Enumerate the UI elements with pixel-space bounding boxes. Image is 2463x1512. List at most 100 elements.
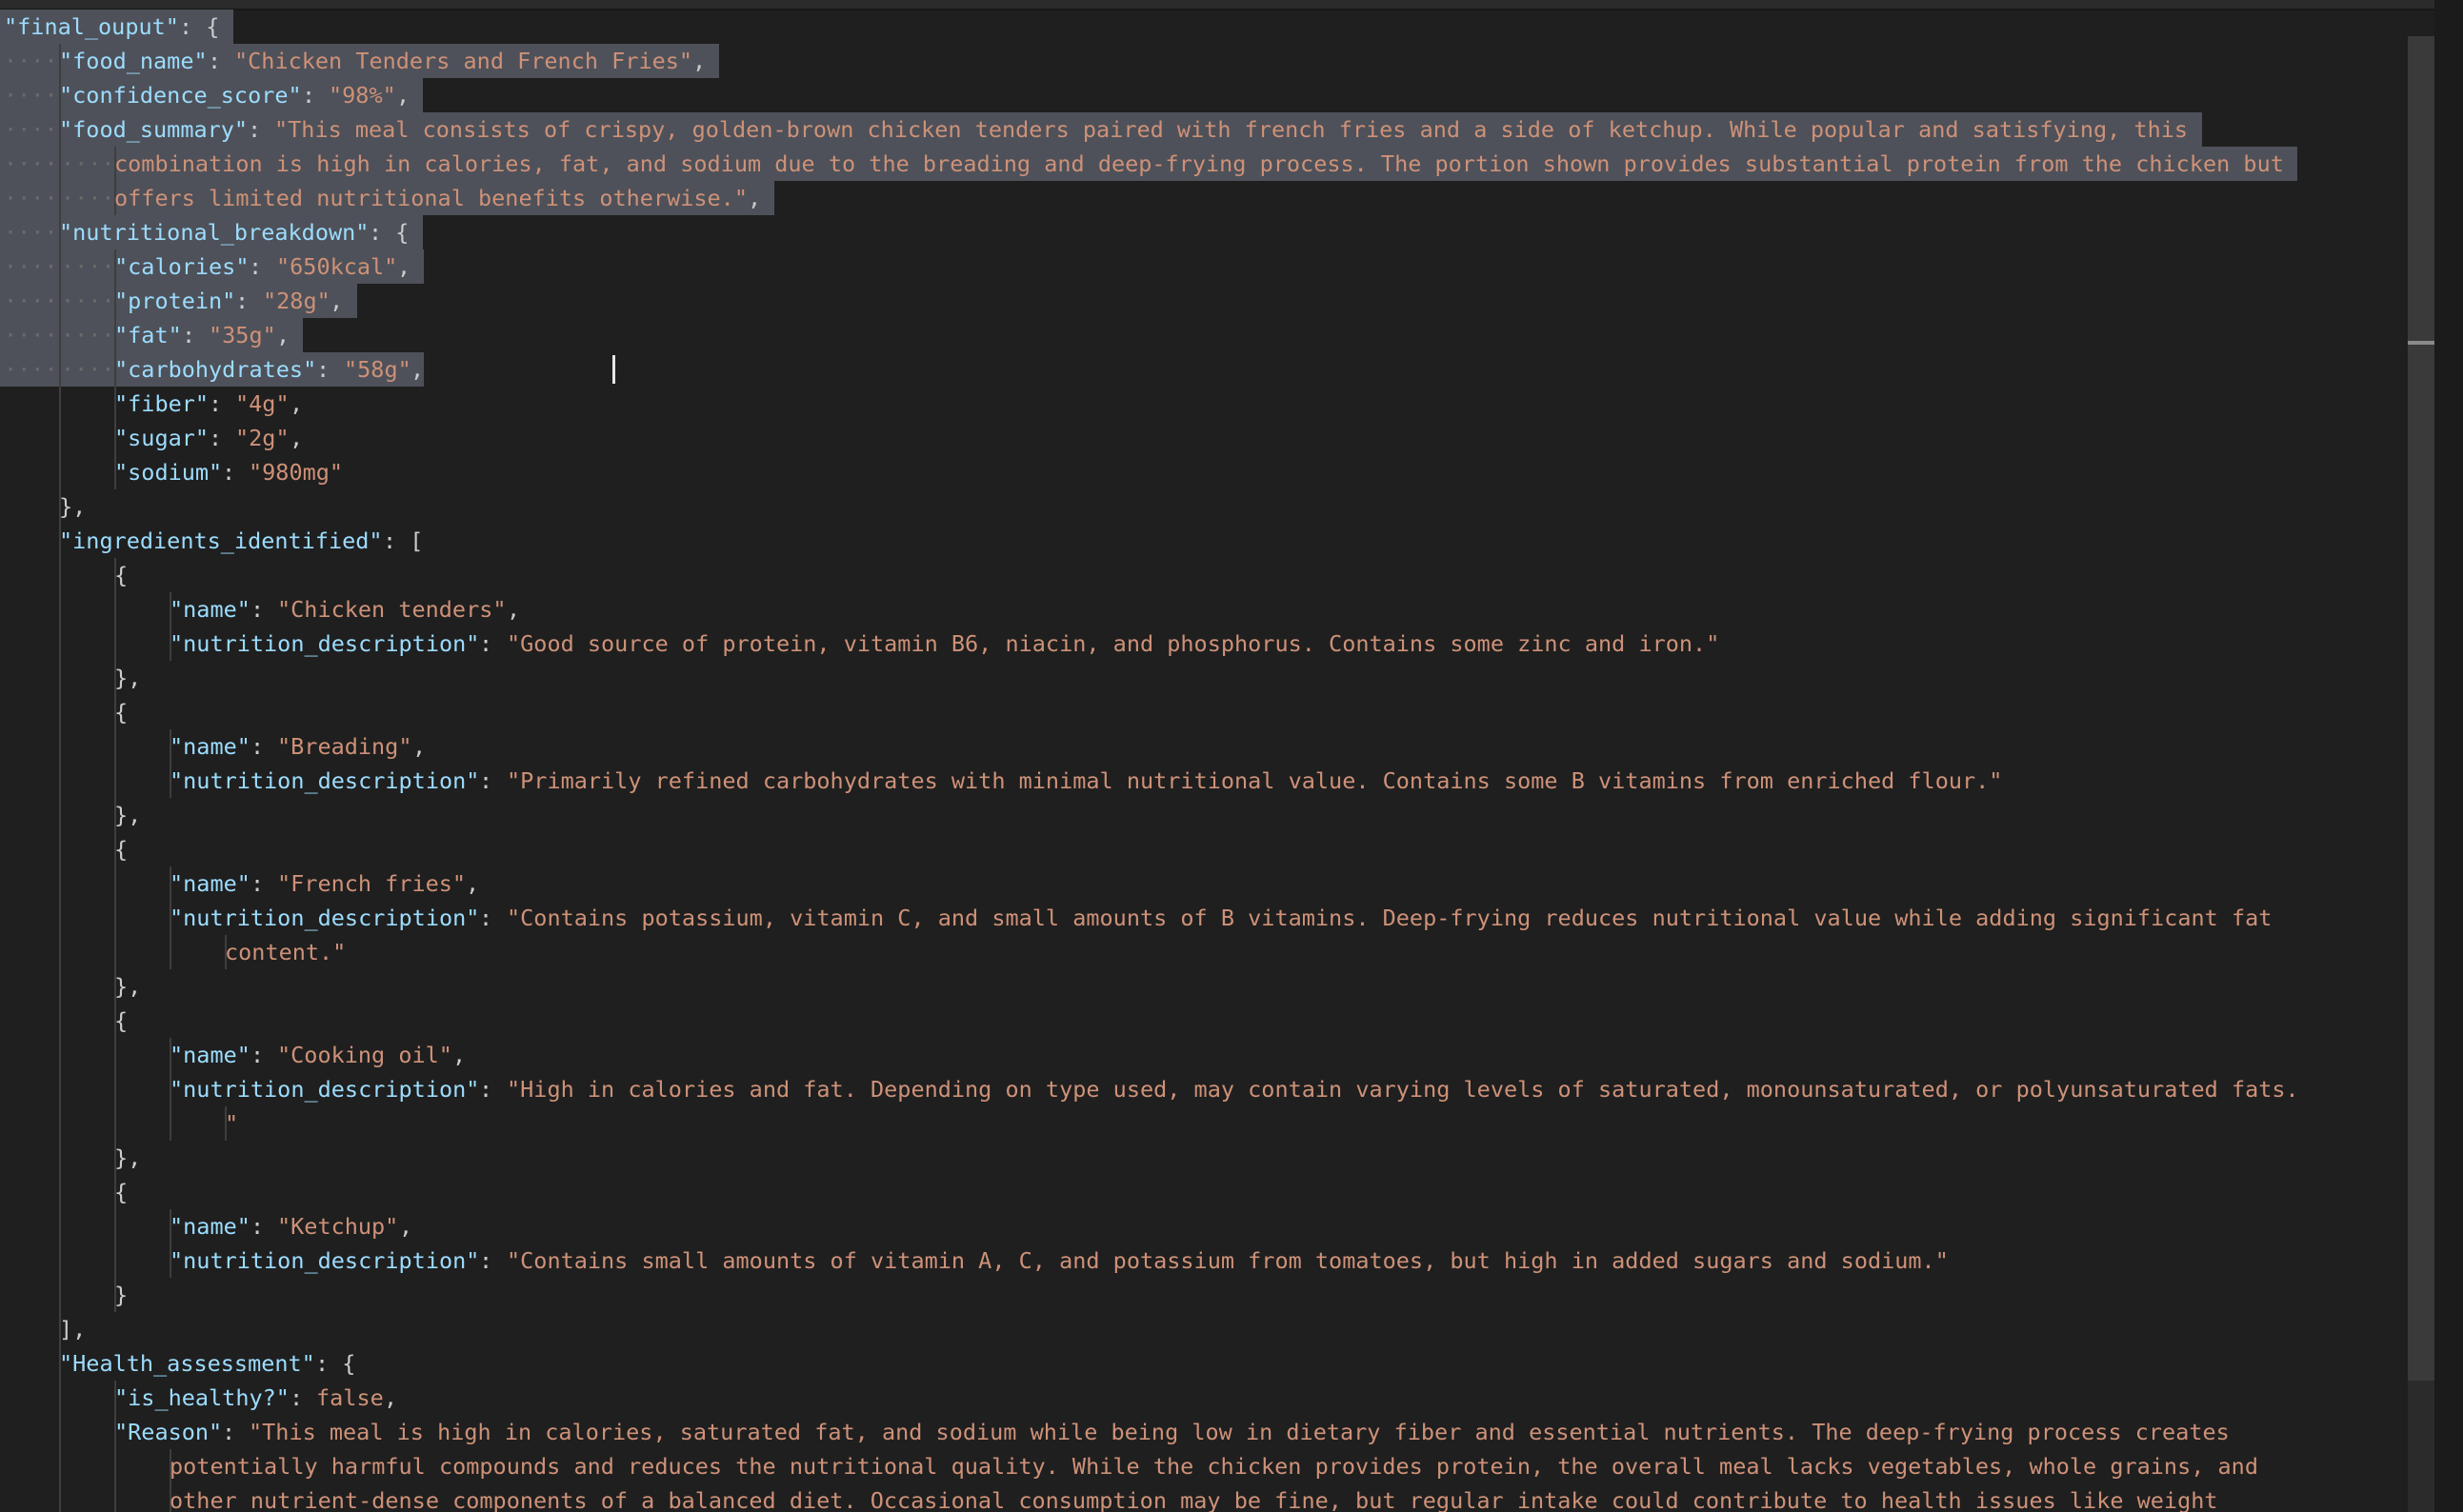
json-punctuation: : <box>222 459 250 486</box>
json-punctuation: , <box>396 82 410 109</box>
code-line[interactable]: other nutrient-dense components of a bal… <box>0 1483 2405 1512</box>
code-line[interactable]: } <box>0 1278 2405 1312</box>
json-punctuation: , <box>748 185 762 211</box>
indent-guide <box>59 729 61 764</box>
code-line[interactable]: "nutrition_description": "Good source of… <box>0 627 2405 661</box>
indent-guide <box>59 558 61 592</box>
whitespace-marker: ···· <box>4 219 58 246</box>
code-line[interactable]: "Reason": "This meal is high in calories… <box>0 1415 2405 1449</box>
indent-guide <box>59 1449 61 1483</box>
json-key: "fat" <box>114 322 182 348</box>
indent-guide <box>114 866 116 901</box>
code-line[interactable]: "nutrition_description": "Contains potas… <box>0 901 2405 935</box>
code-line[interactable]: "fiber": "4g", <box>0 387 2405 421</box>
whitespace-marker: ···· <box>61 253 115 280</box>
json-punctuation: : <box>235 288 263 314</box>
json-key: "is_healthy?" <box>114 1384 290 1411</box>
scrollbar-thumb[interactable] <box>2408 36 2434 1381</box>
code-line[interactable]: "name": "Breading", <box>0 729 2405 764</box>
code-line[interactable]: "nutrition_description": "Primarily refi… <box>0 764 2405 798</box>
code-line[interactable]: ···· ···· "calories": "650kcal", <box>0 249 2405 284</box>
json-string-value: "2g" <box>235 425 290 451</box>
json-punctuation: , <box>412 733 427 760</box>
code-line[interactable]: content." <box>0 935 2405 969</box>
code-line[interactable]: }, <box>0 969 2405 1004</box>
text-cursor <box>612 355 615 384</box>
code-line[interactable]: "nutrition_description": "High in calori… <box>0 1072 2405 1106</box>
code-line[interactable]: "is_healthy?": false, <box>0 1381 2405 1415</box>
code-line[interactable]: ···· ···· "fat": "35g", <box>0 318 2405 352</box>
json-punctuation: }, <box>59 493 87 520</box>
indent-guide <box>114 1449 116 1483</box>
json-punctuation: ], <box>59 1316 87 1343</box>
json-string-value: "98%" <box>329 82 396 109</box>
json-punctuation: : <box>250 870 278 897</box>
indent-guide <box>114 1038 116 1072</box>
code-line[interactable]: ···· "nutritional_breakdown": { <box>0 215 2405 249</box>
code-line[interactable]: "sugar": "2g", <box>0 421 2405 455</box>
code-line[interactable]: "name": "French fries", <box>0 866 2405 901</box>
indent-guide <box>59 1278 61 1312</box>
code-line[interactable]: potentially harmful compounds and reduce… <box>0 1449 2405 1483</box>
json-punctuation: }, <box>114 665 142 691</box>
whitespace-marker: ···· <box>4 48 58 74</box>
code-line[interactable]: ···· "food_name": "Chicken Tenders and Fr… <box>0 44 2405 78</box>
json-punctuation: : <box>479 905 507 931</box>
indent-guide <box>114 1243 116 1278</box>
json-punctuation: : <box>290 1384 317 1411</box>
code-line[interactable]: ], <box>0 1312 2405 1346</box>
json-string-value: "35g" <box>209 322 276 348</box>
json-string-value: "French fries" <box>277 870 467 897</box>
json-key: "fiber" <box>114 390 210 417</box>
code-line[interactable]: "name": "Chicken tenders", <box>0 592 2405 627</box>
scrollbar-cursor-marker <box>2408 341 2434 345</box>
json-punctuation: : <box>250 1042 278 1068</box>
code-line[interactable]: { <box>0 558 2405 592</box>
code-line[interactable]: "Health_assessment": { <box>0 1346 2405 1381</box>
code-line[interactable]: ···· ···· offers limited nutritional benef… <box>0 181 2405 215</box>
code-line[interactable]: ···· ···· "carbohydrates": "58g", <box>0 352 2405 387</box>
indent-guide <box>59 935 61 969</box>
json-string-value: "Chicken Tenders and French Fries" <box>234 48 693 74</box>
json-string-value: "980mg" <box>249 459 344 486</box>
indent-guide <box>170 1106 171 1141</box>
code-line[interactable]: "name": "Ketchup", <box>0 1209 2405 1243</box>
code-line[interactable]: "name": "Cooking oil", <box>0 1038 2405 1072</box>
code-line[interactable]: { <box>0 1004 2405 1038</box>
json-punctuation: { <box>114 1179 129 1205</box>
json-string-value: "This meal consists of crispy, golden-br… <box>274 116 2189 143</box>
indent-guide <box>59 1072 61 1106</box>
json-string-value: offers limited nutritional benefits othe… <box>114 185 748 211</box>
whitespace-marker: ···· <box>4 322 58 348</box>
indent-guide <box>114 764 116 798</box>
code-line[interactable]: { <box>0 1175 2405 1209</box>
json-punctuation: : { <box>179 13 220 40</box>
json-punctuation: , <box>507 596 521 623</box>
code-line[interactable]: ···· "confidence_score": "98%", <box>0 78 2405 112</box>
whitespace-marker: ···· <box>4 185 58 211</box>
code-line[interactable]: }, <box>0 489 2405 524</box>
json-punctuation: , <box>290 390 304 417</box>
json-punctuation: , <box>384 1384 398 1411</box>
code-line[interactable]: "final_ouput": { <box>0 10 2405 44</box>
code-line[interactable]: }, <box>0 798 2405 832</box>
code-line[interactable]: { <box>0 695 2405 729</box>
json-punctuation: { <box>114 836 129 863</box>
code-lines[interactable]: "final_ouput": {···· "food_name": "Chicke… <box>0 10 2405 1512</box>
code-line[interactable]: "nutrition_description": "Contains small… <box>0 1243 2405 1278</box>
indent-guide <box>114 592 116 627</box>
indent-guide <box>59 1209 61 1243</box>
code-line[interactable]: "ingredients_identified": [ <box>0 524 2405 558</box>
code-line[interactable]: }, <box>0 1141 2405 1175</box>
code-line[interactable]: ···· "food_summary": "This meal consists … <box>0 112 2405 147</box>
code-line[interactable]: { <box>0 832 2405 866</box>
code-line[interactable]: "sodium": "980mg" <box>0 455 2405 489</box>
json-key: "protein" <box>114 288 236 314</box>
json-punctuation: : <box>316 356 344 383</box>
code-editor[interactable]: "final_ouput": {···· "food_name": "Chicke… <box>0 0 2463 1512</box>
code-line[interactable]: ···· ···· combination is high in calories,… <box>0 147 2405 181</box>
code-line[interactable]: " <box>0 1106 2405 1141</box>
json-punctuation: : <box>249 253 276 280</box>
code-line[interactable]: }, <box>0 661 2405 695</box>
code-line[interactable]: ···· ···· "protein": "28g", <box>0 284 2405 318</box>
